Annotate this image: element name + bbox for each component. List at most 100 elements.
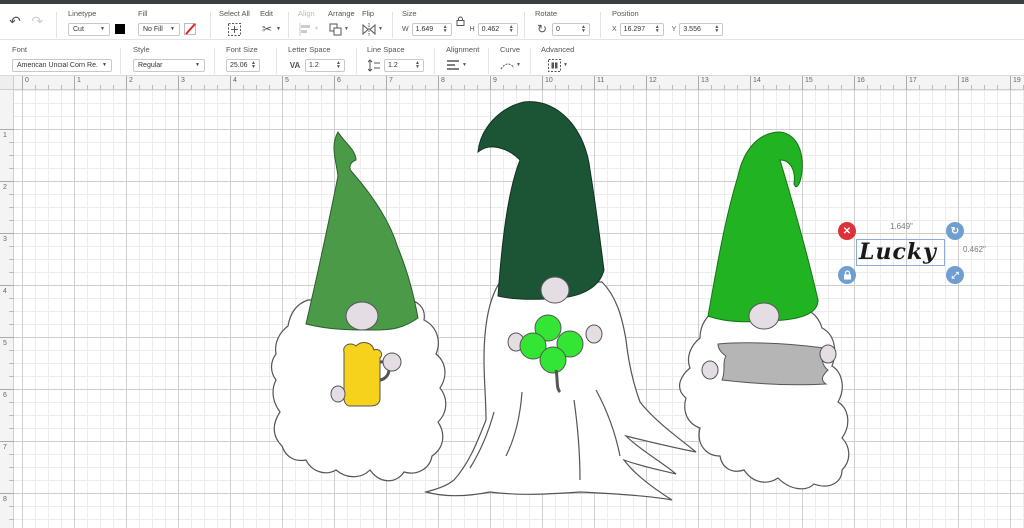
lock-handle[interactable] — [838, 266, 856, 284]
scissors-icon[interactable]: ✂ — [260, 22, 274, 36]
ruler-major-tick — [854, 76, 855, 90]
center-gnome-nose — [540, 276, 570, 304]
ruler-major-tick — [0, 493, 14, 494]
ruler-major-tick — [438, 76, 439, 90]
chevron-down-icon: ▼ — [462, 62, 467, 68]
ruler-top-label: 3 — [181, 77, 185, 84]
fill-select[interactable]: No Fill ▼ — [138, 22, 180, 36]
linetype-color-swatch[interactable] — [115, 24, 125, 34]
ruler-left-label: 7 — [3, 444, 7, 451]
stepper-icon: ▲ ▼ — [251, 60, 256, 70]
select-all-label: Select All — [219, 9, 250, 18]
divider — [120, 48, 121, 74]
linetype-value: Cut — [73, 25, 84, 33]
ruler-top-label: 8 — [441, 77, 445, 84]
line-space-group: Line Space 1.2 ▲ ▼ — [367, 45, 424, 72]
linetype-select[interactable]: Cut ▼ — [68, 22, 110, 36]
rotate-icon: ↻ — [536, 22, 548, 36]
curve-icon[interactable] — [500, 58, 514, 72]
chevron-down-icon: ▼ — [170, 26, 175, 32]
ruler-top-label: 0 — [25, 77, 29, 84]
right-gnome — [679, 131, 850, 490]
chevron-down-icon: ▼ — [276, 26, 281, 32]
align-left-icon[interactable] — [446, 58, 460, 72]
ruler-top-label: 9 — [493, 77, 497, 84]
position-x-input[interactable]: 16.297 ▲ ▼ — [619, 22, 664, 36]
right-gnome-nose — [748, 302, 780, 330]
height-key: H — [469, 25, 475, 33]
ruler-top-label: 11 — [597, 77, 605, 84]
ruler-top-label: 6 — [337, 77, 341, 84]
left-gnome-nose — [345, 301, 379, 331]
font-select[interactable]: American Uncial Corn Re... ▼ — [12, 58, 112, 72]
chevron-down-icon: ▼ — [102, 62, 107, 68]
position-x-value: 16.297 — [623, 25, 646, 33]
redo-icon[interactable]: ↷ — [30, 13, 44, 29]
delete-handle[interactable]: ✕ — [838, 222, 856, 240]
resize-handle[interactable]: ⤢ — [946, 266, 964, 284]
close-icon: ✕ — [842, 225, 852, 237]
ruler-major-tick — [594, 76, 595, 90]
ruler-major-tick — [0, 129, 14, 130]
height-value: 0.462 — [481, 25, 500, 33]
left-gnome-hand — [382, 352, 402, 372]
flip-icon[interactable] — [362, 22, 376, 36]
letter-space-input[interactable]: 1.2 ▲ ▼ — [305, 58, 345, 72]
fill-group: Fill No Fill ▼ — [138, 9, 197, 36]
ruler-major-tick — [74, 76, 75, 90]
line-space-input[interactable]: 1.2 ▲ ▼ — [384, 58, 424, 72]
divider — [530, 48, 531, 74]
gnome-artwork — [270, 101, 850, 501]
ruler-major-tick — [334, 76, 335, 90]
chevron-down-icon: ▼ — [344, 26, 349, 32]
alignment-label: Alignment — [446, 45, 480, 54]
position-label: Position — [612, 9, 639, 18]
divider — [434, 48, 435, 74]
undo-icon[interactable]: ↶ — [8, 13, 22, 29]
letter-space-label: Letter Space — [288, 45, 331, 54]
ruler-major-tick — [282, 76, 283, 90]
divider — [392, 12, 393, 38]
ruler-left-label: 2 — [3, 184, 7, 191]
flip-label: Flip — [362, 9, 375, 18]
height-input[interactable]: 0.462 ▲ ▼ — [477, 22, 518, 36]
select-all-group: Select All — [219, 9, 250, 36]
select-all-icon[interactable] — [227, 22, 241, 36]
ruler-left-label: 8 — [3, 496, 7, 503]
divider — [214, 48, 215, 74]
ruler-top-label: 17 — [909, 77, 917, 84]
style-value: Regular — [138, 61, 163, 69]
wooden-sign — [717, 342, 829, 386]
align-label: Align — [298, 9, 315, 18]
width-input[interactable]: 1.649 ▲ ▼ — [411, 22, 452, 36]
right-gnome-hat — [707, 131, 819, 323]
ruler-major-tick — [0, 233, 14, 234]
lock-icon[interactable] — [454, 14, 468, 28]
ruler-left-label: 3 — [3, 236, 7, 243]
advanced-group: Advanced ▼ — [541, 45, 574, 72]
style-group: Style Regular ▼ — [133, 45, 205, 72]
rotate-group: Rotate ↻ 0 ▲ ▼ — [535, 9, 590, 36]
ruler-left: 1 2 3 4 5 6 7 8 — [0, 90, 14, 528]
align-icon[interactable] — [298, 22, 312, 36]
advanced-icon[interactable] — [547, 58, 561, 72]
ruler-top-label: 2 — [129, 77, 133, 84]
style-select[interactable]: Regular ▼ — [133, 58, 205, 72]
chevron-down-icon: ▼ — [516, 62, 521, 68]
ruler-major-tick — [958, 76, 959, 90]
arrange-icon[interactable] — [328, 22, 342, 36]
font-size-input[interactable]: 25.06 ▲ ▼ — [226, 58, 260, 72]
rotate-input[interactable]: 0 ▲ ▼ — [552, 22, 590, 36]
no-fill-swatch-icon[interactable] — [183, 22, 197, 36]
position-y-input[interactable]: 3.556 ▲ ▼ — [679, 22, 724, 36]
flip-group: Flip ▼ — [362, 9, 383, 36]
lucky-text-object[interactable]: Lucky — [859, 239, 937, 265]
ruler-left-label: 1 — [3, 132, 7, 139]
width-value: 1.649 — [415, 25, 434, 33]
design-canvas[interactable] — [14, 90, 1024, 528]
advanced-label: Advanced — [541, 45, 575, 54]
size-group: Size W 1.649 ▲ ▼ H 0.462 ▲ ▼ — [402, 9, 518, 36]
ruler-top-label: 5 — [285, 77, 289, 84]
left-gnome-hat — [305, 131, 419, 331]
rotate-handle[interactable]: ↻ — [946, 222, 964, 240]
